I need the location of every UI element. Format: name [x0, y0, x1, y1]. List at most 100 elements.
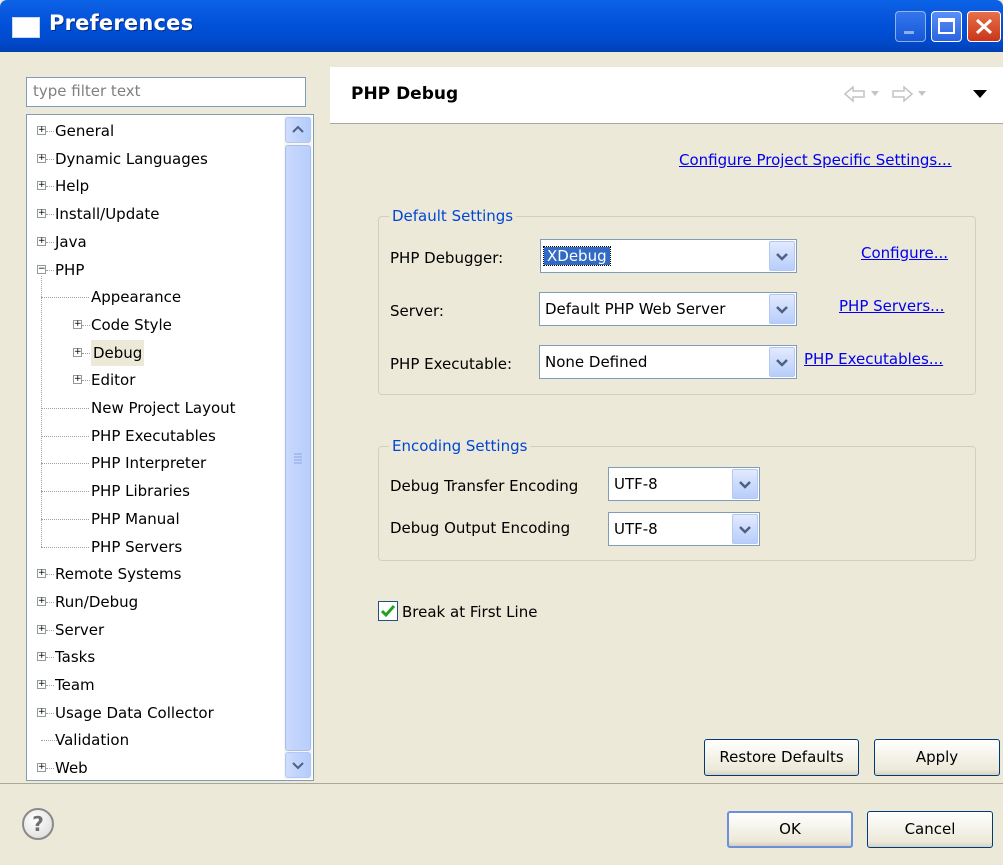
- tree-item-php-executables[interactable]: PHP Executables: [27, 423, 283, 449]
- tree-connector: [46, 657, 54, 659]
- forward-arrow-icon[interactable]: [890, 85, 914, 103]
- expand-icon[interactable]: +: [37, 707, 46, 717]
- expand-icon[interactable]: +: [37, 652, 46, 662]
- minimize-button[interactable]: [895, 11, 926, 42]
- php-servers-link[interactable]: PHP Servers...: [839, 297, 944, 315]
- expand-icon[interactable]: +: [37, 569, 46, 579]
- ok-label: OK: [779, 820, 801, 838]
- tree-item-php[interactable]: − PHP: [27, 257, 283, 283]
- title-bar[interactable]: Preferences: [0, 0, 1003, 52]
- grip-icon: [294, 453, 302, 464]
- tree-item-label: Help: [55, 177, 90, 196]
- tree-item-php-servers[interactable]: PHP Servers: [27, 534, 283, 560]
- view-menu-icon[interactable]: [973, 89, 987, 99]
- window-title: Preferences: [49, 11, 194, 35]
- tree-connector: [82, 380, 90, 382]
- tree-item-tasks[interactable]: + Tasks: [27, 644, 283, 670]
- expand-icon[interactable]: +: [73, 347, 82, 357]
- tree-connector: [41, 408, 89, 409]
- apply-label: Apply: [915, 748, 959, 766]
- tree-connector: [41, 491, 89, 493]
- tree-item-help[interactable]: + Help: [27, 173, 283, 199]
- forward-dropdown-icon[interactable]: [918, 91, 926, 97]
- expand-icon[interactable]: +: [73, 375, 82, 385]
- tree-connector: [46, 574, 54, 576]
- expand-icon[interactable]: +: [37, 596, 46, 606]
- scroll-up-button[interactable]: [285, 117, 311, 143]
- chevron-down-icon: [776, 359, 788, 367]
- server-value: Default PHP Web Server: [545, 300, 726, 318]
- output-encoding-dropdown-button[interactable]: [732, 514, 758, 544]
- tree-item-label: Install/Update: [55, 205, 160, 224]
- tree-item-install-update[interactable]: + Install/Update: [27, 201, 283, 227]
- tree-item-run-debug[interactable]: + Run/Debug: [27, 589, 283, 615]
- expand-icon[interactable]: +: [37, 680, 46, 689]
- tree-item-editor[interactable]: + Editor: [27, 367, 283, 393]
- tree-item-php-libraries[interactable]: PHP Libraries: [27, 478, 283, 504]
- back-dropdown-icon[interactable]: [871, 91, 879, 97]
- tree-item-label: General: [55, 122, 115, 140]
- break-at-first-line-label[interactable]: Break at First Line: [402, 603, 537, 621]
- chevron-up-icon: [292, 125, 304, 133]
- php-debugger-dropdown-button[interactable]: [769, 241, 795, 271]
- close-button[interactable]: [967, 11, 1001, 42]
- server-dropdown-button[interactable]: [769, 294, 795, 324]
- tree-item-remote-systems[interactable]: + Remote Systems: [27, 561, 283, 587]
- restore-defaults-button[interactable]: Restore Defaults: [704, 739, 859, 776]
- tree-scrollbar[interactable]: [284, 116, 312, 779]
- debug-output-encoding-select[interactable]: UTF-8: [608, 512, 760, 546]
- php-debugger-select[interactable]: XDebug: [540, 239, 797, 273]
- tree-item-validation[interactable]: Validation: [27, 727, 283, 753]
- encoding-settings-legend: Encoding Settings: [392, 437, 528, 455]
- expand-icon[interactable]: +: [37, 236, 46, 246]
- scroll-thumb[interactable]: [285, 145, 311, 751]
- cancel-button[interactable]: Cancel: [867, 811, 993, 848]
- transfer-encoding-dropdown-button[interactable]: [732, 469, 758, 499]
- tree-item-label: Web: [55, 759, 88, 778]
- tree-connector: [46, 131, 54, 132]
- php-executable-value: None Defined: [545, 353, 648, 371]
- tree-item-label: Run/Debug: [55, 592, 139, 611]
- debug-transfer-encoding-select[interactable]: UTF-8: [608, 467, 760, 501]
- help-icon[interactable]: ?: [22, 808, 54, 840]
- tree-item-code-style[interactable]: + Code Style: [27, 312, 283, 338]
- expand-icon[interactable]: +: [37, 126, 46, 135]
- break-at-first-line-checkbox[interactable]: [378, 601, 398, 621]
- debug-output-encoding-label: Debug Output Encoding: [390, 519, 571, 537]
- tree-item-debug[interactable]: + Debug: [27, 339, 283, 366]
- tree-item-java[interactable]: + Java: [27, 229, 283, 255]
- php-executable-label: PHP Executable:: [390, 355, 513, 373]
- expand-icon[interactable]: +: [37, 624, 46, 634]
- php-executables-link[interactable]: PHP Executables...: [804, 350, 943, 368]
- php-executable-dropdown-button[interactable]: [769, 347, 795, 377]
- tree-item-php-manual[interactable]: PHP Manual: [27, 506, 283, 532]
- configure-project-settings-link[interactable]: Configure Project Specific Settings...: [679, 151, 952, 169]
- tree-connector: [41, 463, 89, 465]
- footer-divider: [0, 783, 1003, 784]
- tree-item-php-interpreter[interactable]: PHP Interpreter: [27, 450, 283, 476]
- expand-icon[interactable]: +: [37, 209, 46, 219]
- tree-item-appearance[interactable]: Appearance: [27, 284, 283, 310]
- expand-icon[interactable]: +: [37, 181, 46, 191]
- filter-input[interactable]: type filter text: [26, 77, 306, 107]
- php-executable-select[interactable]: None Defined: [539, 345, 797, 379]
- back-arrow-icon[interactable]: [843, 85, 867, 103]
- tree-item-server[interactable]: + Server: [27, 617, 283, 643]
- expand-icon[interactable]: +: [73, 319, 82, 329]
- server-select[interactable]: Default PHP Web Server: [539, 292, 797, 326]
- tree-item-web[interactable]: + Web: [27, 755, 283, 780]
- expand-icon[interactable]: +: [37, 153, 46, 163]
- maximize-button[interactable]: [931, 11, 962, 42]
- tree-item-team[interactable]: + Team: [27, 672, 283, 698]
- collapse-icon[interactable]: −: [37, 264, 46, 274]
- tree-item-dynamic-languages[interactable]: + Dynamic Languages: [27, 146, 283, 172]
- configure-debugger-link[interactable]: Configure...: [861, 244, 948, 262]
- ok-button[interactable]: OK: [727, 811, 853, 848]
- tree-item-new-project-layout[interactable]: New Project Layout: [27, 395, 283, 421]
- expand-icon[interactable]: +: [37, 763, 46, 773]
- tree-item-general[interactable]: + General: [27, 118, 283, 144]
- page-title: PHP Debug: [351, 84, 459, 104]
- tree-item-usage-data-collector[interactable]: + Usage Data Collector: [27, 700, 283, 726]
- apply-button[interactable]: Apply: [874, 739, 1000, 776]
- scroll-down-button[interactable]: [285, 752, 311, 778]
